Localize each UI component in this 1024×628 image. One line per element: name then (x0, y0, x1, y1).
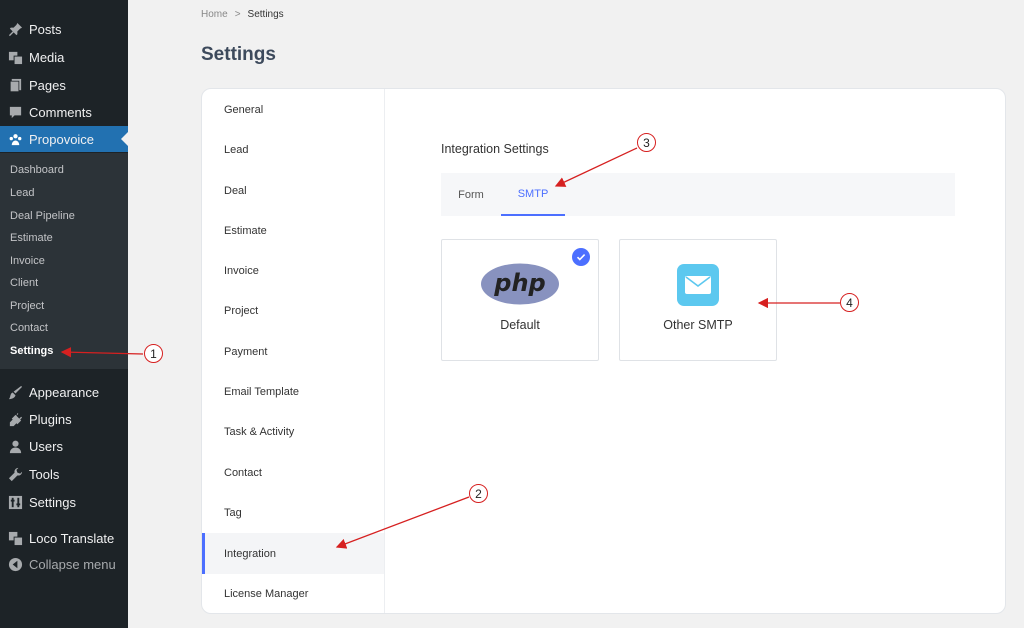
menu-settings[interactable]: Settings (0, 489, 128, 515)
menu-settings-label: Settings (29, 494, 76, 510)
submenu-estimate[interactable]: Estimate (10, 232, 53, 244)
annotation-marker-1: 1 (144, 344, 163, 363)
breadcrumb-home[interactable]: Home (201, 9, 228, 20)
menu-tools[interactable]: Tools (0, 461, 128, 487)
settings-nav-deal[interactable]: Deal (202, 170, 384, 211)
submenu-deal-pipeline[interactable]: Deal Pipeline (10, 210, 75, 222)
settings-nav-lead[interactable]: Lead (202, 129, 384, 170)
breadcrumb-current: Settings (247, 9, 284, 20)
menu-posts-label: Posts (29, 21, 62, 37)
settings-card: General Lead Deal Estimate Invoice Proje… (201, 88, 1006, 614)
pages-icon (7, 77, 23, 93)
submenu-lead[interactable]: Lead (10, 187, 34, 199)
settings-nav: General Lead Deal Estimate Invoice Proje… (202, 89, 385, 613)
settings-nav-general[interactable]: General (202, 89, 384, 130)
submenu-project[interactable]: Project (10, 300, 44, 312)
propovoice-submenu: Dashboard Lead Deal Pipeline Estimate In… (0, 153, 128, 369)
menu-pages[interactable]: Pages (0, 72, 128, 98)
translate-icon (7, 530, 23, 546)
user-icon (7, 438, 23, 454)
submenu-dashboard[interactable]: Dashboard (10, 164, 64, 176)
submenu-settings[interactable]: Settings (10, 345, 53, 357)
menu-loco-translate-label: Loco Translate (29, 530, 115, 546)
menu-loco-translate[interactable]: Loco Translate (0, 525, 128, 551)
annotation-marker-3: 3 (637, 133, 656, 152)
smtp-option-other-label: Other SMTP (663, 318, 733, 332)
submenu-client[interactable]: Client (10, 277, 38, 289)
menu-appearance[interactable]: Appearance (0, 379, 128, 405)
settings-nav-task-activity[interactable]: Task & Activity (202, 411, 384, 452)
settings-nav-invoice[interactable]: Invoice (202, 250, 384, 291)
settings-nav-tag[interactable]: Tag (202, 492, 384, 533)
mail-icon (677, 264, 719, 306)
media-icon (7, 49, 23, 65)
plugin-icon (7, 411, 23, 427)
menu-posts[interactable]: Posts (0, 16, 128, 42)
menu-comments-label: Comments (29, 104, 92, 120)
settings-nav-payment[interactable]: Payment (202, 331, 384, 372)
wrench-icon (7, 466, 23, 482)
collapse-menu-label: Collapse menu (29, 556, 116, 572)
php-logo-text: php (493, 269, 545, 297)
integration-settings-title: Integration Settings (441, 142, 549, 156)
comment-icon (7, 104, 23, 120)
tab-smtp[interactable]: SMTP (501, 173, 565, 216)
brush-icon (7, 384, 23, 400)
page-title: Settings (201, 44, 276, 65)
menu-propovoice[interactable]: Propovoice (0, 126, 128, 152)
menu-media[interactable]: Media (0, 44, 128, 70)
menu-propovoice-label: Propovoice (29, 131, 95, 147)
breadcrumb: Home > Settings (201, 9, 284, 20)
smtp-option-other[interactable]: Other SMTP (619, 239, 777, 361)
settings-nav-license-manager[interactable]: License Manager (202, 573, 384, 613)
menu-comments[interactable]: Comments (0, 99, 128, 125)
php-logo-icon: php (481, 263, 559, 305)
selected-check-icon (572, 248, 590, 266)
tab-form[interactable]: Form (441, 173, 501, 216)
settings-nav-estimate[interactable]: Estimate (202, 210, 384, 251)
menu-users[interactable]: Users (0, 433, 128, 459)
menu-media-label: Media (29, 49, 65, 65)
collapse-menu-button[interactable]: Collapse menu (0, 551, 128, 577)
propovoice-icon (7, 131, 23, 147)
menu-plugins-label: Plugins (29, 411, 72, 427)
submenu-invoice[interactable]: Invoice (10, 255, 45, 267)
menu-tools-label: Tools (29, 466, 60, 482)
annotation-marker-4: 4 (840, 293, 859, 312)
menu-appearance-label: Appearance (29, 384, 100, 400)
menu-pages-label: Pages (29, 77, 66, 93)
settings-nav-integration[interactable]: Integration (202, 533, 384, 574)
submenu-contact[interactable]: Contact (10, 322, 48, 334)
annotation-marker-2: 2 (469, 484, 488, 503)
menu-users-label: Users (29, 438, 63, 454)
pin-icon (7, 21, 23, 37)
settings-nav-email-template[interactable]: Email Template (202, 371, 384, 412)
settings-nav-project[interactable]: Project (202, 290, 384, 331)
settings-icon (7, 494, 23, 510)
collapse-icon (7, 556, 23, 572)
settings-nav-contact[interactable]: Contact (202, 452, 384, 493)
smtp-option-default[interactable]: php Default (441, 239, 599, 361)
breadcrumb-separator: > (234, 9, 241, 20)
admin-sidebar: Posts Media Pages Comments Propovoice Da… (0, 0, 128, 628)
smtp-option-default-label: Default (500, 318, 540, 332)
integration-tabs: Form SMTP (441, 173, 955, 216)
menu-plugins[interactable]: Plugins (0, 406, 128, 432)
